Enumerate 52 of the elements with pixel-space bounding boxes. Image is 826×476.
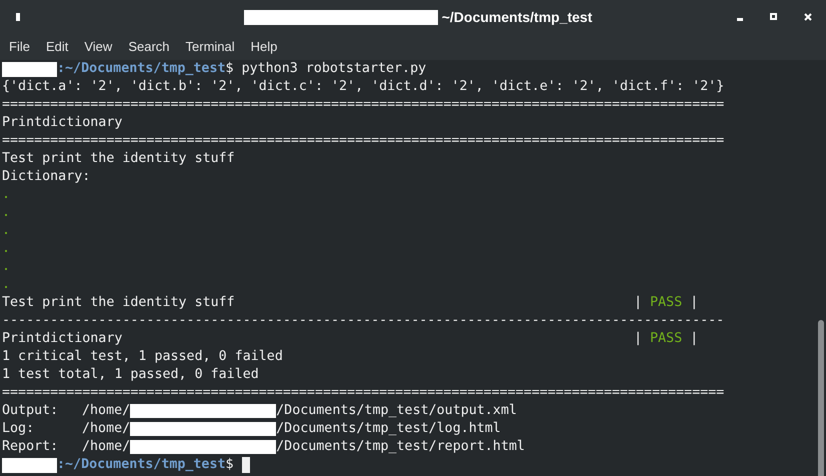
progress-dot: . <box>2 240 10 258</box>
output-line: Test print the identity stuff <box>2 150 235 168</box>
output-line: Dictionary: <box>2 168 90 186</box>
test-name: Printdictionary <box>2 330 124 348</box>
maximize-icon[interactable] <box>770 13 777 20</box>
output-line: {'dict.a': '2', 'dict.b': '2', 'dict.c': '2', 'dict.d': '2', 'dict.e': '2', 'dict.f': '2'} <box>2 78 724 96</box>
file-path: /home/ <box>82 402 130 420</box>
progress-dot: . <box>2 186 10 204</box>
progress-dot: . <box>2 222 10 240</box>
progress-dot: . <box>2 204 10 222</box>
column-divider: | <box>690 330 698 348</box>
separator-line: ========================================================================================== <box>2 384 724 402</box>
output-line: 1 test total, 1 passed, 0 failed <box>2 366 259 384</box>
prompt-path: :~/Documents/tmp_test <box>57 456 226 474</box>
minimize-icon[interactable] <box>737 18 743 21</box>
file-path: /home/ <box>82 438 130 456</box>
redaction-bar <box>2 458 57 472</box>
menu-item[interactable]: View <box>76 34 120 60</box>
file-label: Log: <box>2 420 36 438</box>
prompt-symbol: $ <box>226 456 234 474</box>
output-line: 1 critical test, 1 passed, 0 failed <box>2 348 283 366</box>
progress-dot: . <box>2 276 10 294</box>
separator-line: ========================================================================================== <box>2 96 724 114</box>
scrollbar-thumb[interactable] <box>818 320 824 476</box>
column-divider: | <box>634 294 644 312</box>
column-divider: | <box>634 330 644 348</box>
file-label: Output: <box>2 402 60 420</box>
command-text: python3 robotstarter.py <box>240 60 426 78</box>
progress-dot: . <box>2 258 10 276</box>
redaction-bar <box>2 62 57 76</box>
file-path: /Documents/tmp_test/report.html <box>276 438 525 456</box>
output-line: Printdictionary <box>2 114 122 132</box>
prompt-symbol: $ <box>226 60 234 78</box>
file-label: Report: <box>2 438 60 456</box>
column-divider: | <box>690 294 698 312</box>
separator-line: ========================================================================================== <box>2 132 724 150</box>
file-path: /home/ <box>82 420 130 438</box>
close-icon[interactable] <box>804 12 812 20</box>
file-path: /Documents/tmp_test/output.xml <box>276 402 517 420</box>
test-name: Test print the identity stuff <box>2 294 236 312</box>
window-menu-icon[interactable] <box>16 13 20 21</box>
status-text: PASS <box>650 294 682 312</box>
menu-item[interactable]: Help <box>242 34 286 60</box>
file-path: /Documents/tmp_test/log.html <box>276 420 501 438</box>
prompt-path: :~/Documents/tmp_test <box>57 60 226 78</box>
menu-item[interactable]: Edit <box>38 34 76 60</box>
separator-line: ------------------------------------------------------------------------------------------ <box>2 312 724 330</box>
menu-item[interactable]: Terminal <box>178 34 243 60</box>
menu-item[interactable]: File <box>1 34 38 60</box>
window-title: ~/Documents/tmp_test <box>442 8 592 27</box>
status-text: PASS <box>650 330 682 348</box>
menu-item[interactable]: Search <box>120 34 178 60</box>
